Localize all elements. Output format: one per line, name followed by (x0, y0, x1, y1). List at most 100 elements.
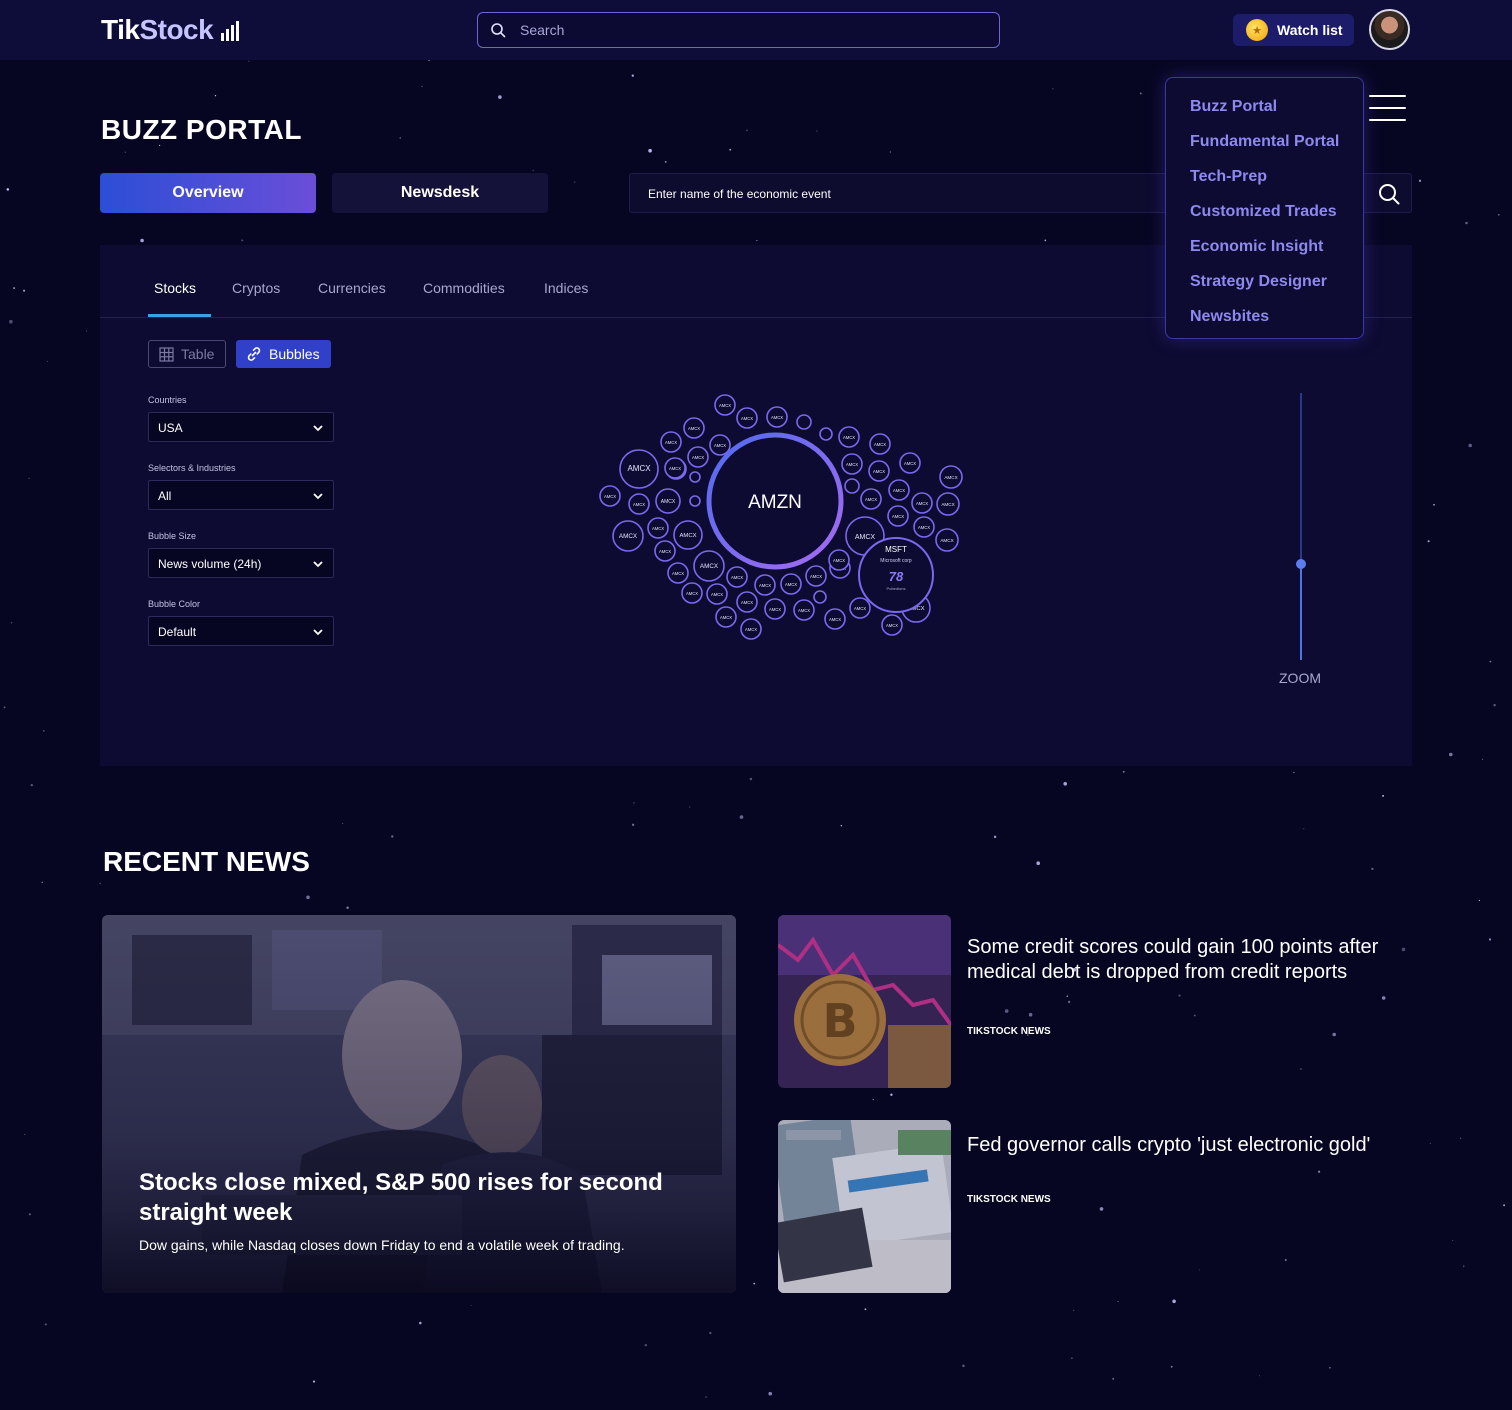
bitcoin-thumbnail[interactable]: B (778, 915, 951, 1088)
global-search-box[interactable] (477, 12, 1000, 48)
stock-bubble[interactable]: AMCX (828, 549, 850, 571)
stock-bubble[interactable]: AMCX (764, 598, 786, 620)
menu-item-strategy-designer[interactable]: Strategy Designer (1190, 273, 1327, 291)
stock-bubble[interactable]: AMCX (714, 394, 736, 416)
star (1427, 540, 1430, 543)
menu-item-customized-trades[interactable]: Customized Trades (1190, 203, 1337, 221)
stock-bubble[interactable]: AMCX (654, 540, 676, 562)
tab-newsdesk[interactable]: Newsdesk (332, 173, 548, 213)
stock-bubble[interactable] (689, 471, 701, 483)
news-headline-1[interactable]: Some credit scores could gain 100 points… (967, 935, 1407, 985)
stock-bubble[interactable]: AMCX (869, 433, 891, 455)
stock-bubble[interactable]: AMCX (838, 426, 860, 448)
star (1488, 938, 1492, 941)
stock-bubble[interactable]: AMCX (881, 614, 903, 636)
stock-bubble[interactable]: AMCX (793, 599, 815, 621)
menu-item-newsbites[interactable]: Newsbites (1190, 308, 1269, 326)
stock-bubble[interactable]: AMCX (935, 528, 959, 552)
stock-bubble[interactable]: AMCX (911, 492, 933, 514)
stock-bubble[interactable]: AMCX (780, 573, 802, 595)
stock-bubble[interactable] (819, 427, 833, 441)
stock-bubble[interactable]: AMCX (860, 488, 882, 510)
stock-bubble[interactable]: AMCX (736, 591, 758, 613)
svg-text:Pobedions: Pobedions (887, 586, 906, 591)
featured-headline[interactable]: Stocks close mixed, S&P 500 rises for se… (139, 1168, 699, 1228)
credit-report-thumbnail[interactable] (778, 1120, 951, 1293)
featured-news-card[interactable]: Stocks close mixed, S&P 500 rises for se… (102, 915, 736, 1293)
stock-bubble[interactable] (844, 478, 860, 494)
svg-text:AMCX: AMCX (829, 617, 841, 622)
stock-bubble[interactable]: AMCX (673, 520, 703, 550)
stock-bubble[interactable]: AMCX (681, 582, 703, 604)
stock-bubble[interactable] (813, 590, 827, 604)
featured-summary: Dow gains, while Nasdaq closes down Frid… (139, 1237, 625, 1253)
stock-bubble[interactable]: AMCX (709, 434, 731, 456)
stock-bubble[interactable]: AMCX (754, 574, 776, 596)
stock-bubble[interactable]: AMCX (706, 583, 728, 605)
menu-item-fundamental-portal[interactable]: Fundamental Portal (1190, 133, 1339, 151)
stock-bubble[interactable]: AMCX (619, 449, 659, 489)
stock-bubble[interactable]: AMCX (824, 608, 846, 630)
star (1198, 1269, 1200, 1271)
news-source-1: TIKSTOCK NEWS (967, 1026, 1051, 1037)
stock-bubble[interactable]: AMCX (849, 597, 871, 619)
stock-bubble[interactable]: AMCX (599, 485, 621, 507)
star (1317, 1170, 1321, 1173)
star (1493, 703, 1496, 707)
stock-bubble[interactable] (689, 495, 701, 507)
hamburger-menu-icon[interactable] (1369, 95, 1406, 121)
stock-bubble[interactable] (796, 414, 812, 430)
stock-bubble[interactable]: AMCX (736, 407, 758, 429)
menu-item-economic-insight[interactable]: Economic Insight (1190, 238, 1323, 256)
global-search-input[interactable] (520, 20, 980, 40)
star (248, 60, 250, 62)
watchlist-button[interactable]: ★ Watch list (1233, 14, 1354, 46)
star (399, 137, 401, 139)
star (1028, 1012, 1033, 1017)
tab-overview[interactable]: Overview (100, 173, 316, 213)
tikstock-logo[interactable]: TikStock (101, 14, 214, 46)
stock-bubble[interactable]: AMCX (887, 505, 909, 527)
star (124, 151, 126, 153)
stock-bubble[interactable]: AMCX (888, 479, 910, 501)
stock-bubble[interactable]: AMCX (687, 446, 709, 468)
star (1465, 221, 1468, 225)
stock-bubble[interactable]: AMCX (612, 520, 644, 552)
menu-item-tech-prep[interactable]: Tech-Prep (1190, 168, 1267, 186)
stock-bubble[interactable]: AMCX (715, 606, 737, 628)
user-avatar[interactable] (1369, 9, 1410, 50)
stock-bubble[interactable]: AMCX (660, 431, 682, 453)
star (816, 130, 818, 132)
stock-bubble[interactable]: AMCX (693, 550, 725, 582)
amzn-bubble[interactable]: AMZN (706, 432, 844, 570)
stock-bubble[interactable]: AMCX (841, 453, 863, 475)
stock-bubble[interactable]: AMCX (899, 452, 921, 474)
zoom-slider-handle[interactable] (1296, 559, 1306, 569)
svg-text:78: 78 (889, 569, 904, 584)
stock-bubble[interactable]: AMCX (667, 562, 689, 584)
star (1452, 1239, 1454, 1241)
msft-bubble[interactable]: MSFT Microsoft corp 78 Pobedions (858, 537, 934, 613)
stock-bubble[interactable]: AMCX (805, 565, 827, 587)
stock-bubble[interactable]: AMCX (939, 465, 963, 489)
menu-item-buzz-portal[interactable]: Buzz Portal (1190, 98, 1277, 116)
stock-bubble[interactable]: AMCX (655, 488, 681, 514)
stock-bubble[interactable]: AMCX (868, 460, 890, 482)
stock-bubble[interactable]: AMCX (726, 566, 748, 588)
stock-bubble[interactable]: AMCX (647, 517, 669, 539)
stock-bubble[interactable]: AMCX (664, 457, 686, 479)
stock-bubble[interactable]: AMCX (913, 516, 935, 538)
stock-bubble[interactable]: AMCX (936, 492, 960, 516)
search-icon[interactable] (1377, 182, 1401, 206)
stock-bubble[interactable]: AMCX (740, 618, 762, 640)
stock-bubble[interactable]: AMCX (766, 406, 788, 428)
news-headline-2[interactable]: Fed governor calls crypto 'just electron… (967, 1133, 1407, 1158)
economic-event-input[interactable] (648, 184, 1248, 204)
nav-dropdown-menu: Buzz Portal Fundamental Portal Tech-Prep… (1165, 77, 1364, 339)
stock-bubble[interactable]: AMCX (683, 417, 705, 439)
star (890, 1093, 893, 1096)
svg-text:AMCX: AMCX (731, 575, 743, 580)
svg-text:AMCX: AMCX (769, 607, 781, 612)
star (1170, 1365, 1173, 1368)
stock-bubble[interactable]: AMCX (628, 493, 650, 515)
